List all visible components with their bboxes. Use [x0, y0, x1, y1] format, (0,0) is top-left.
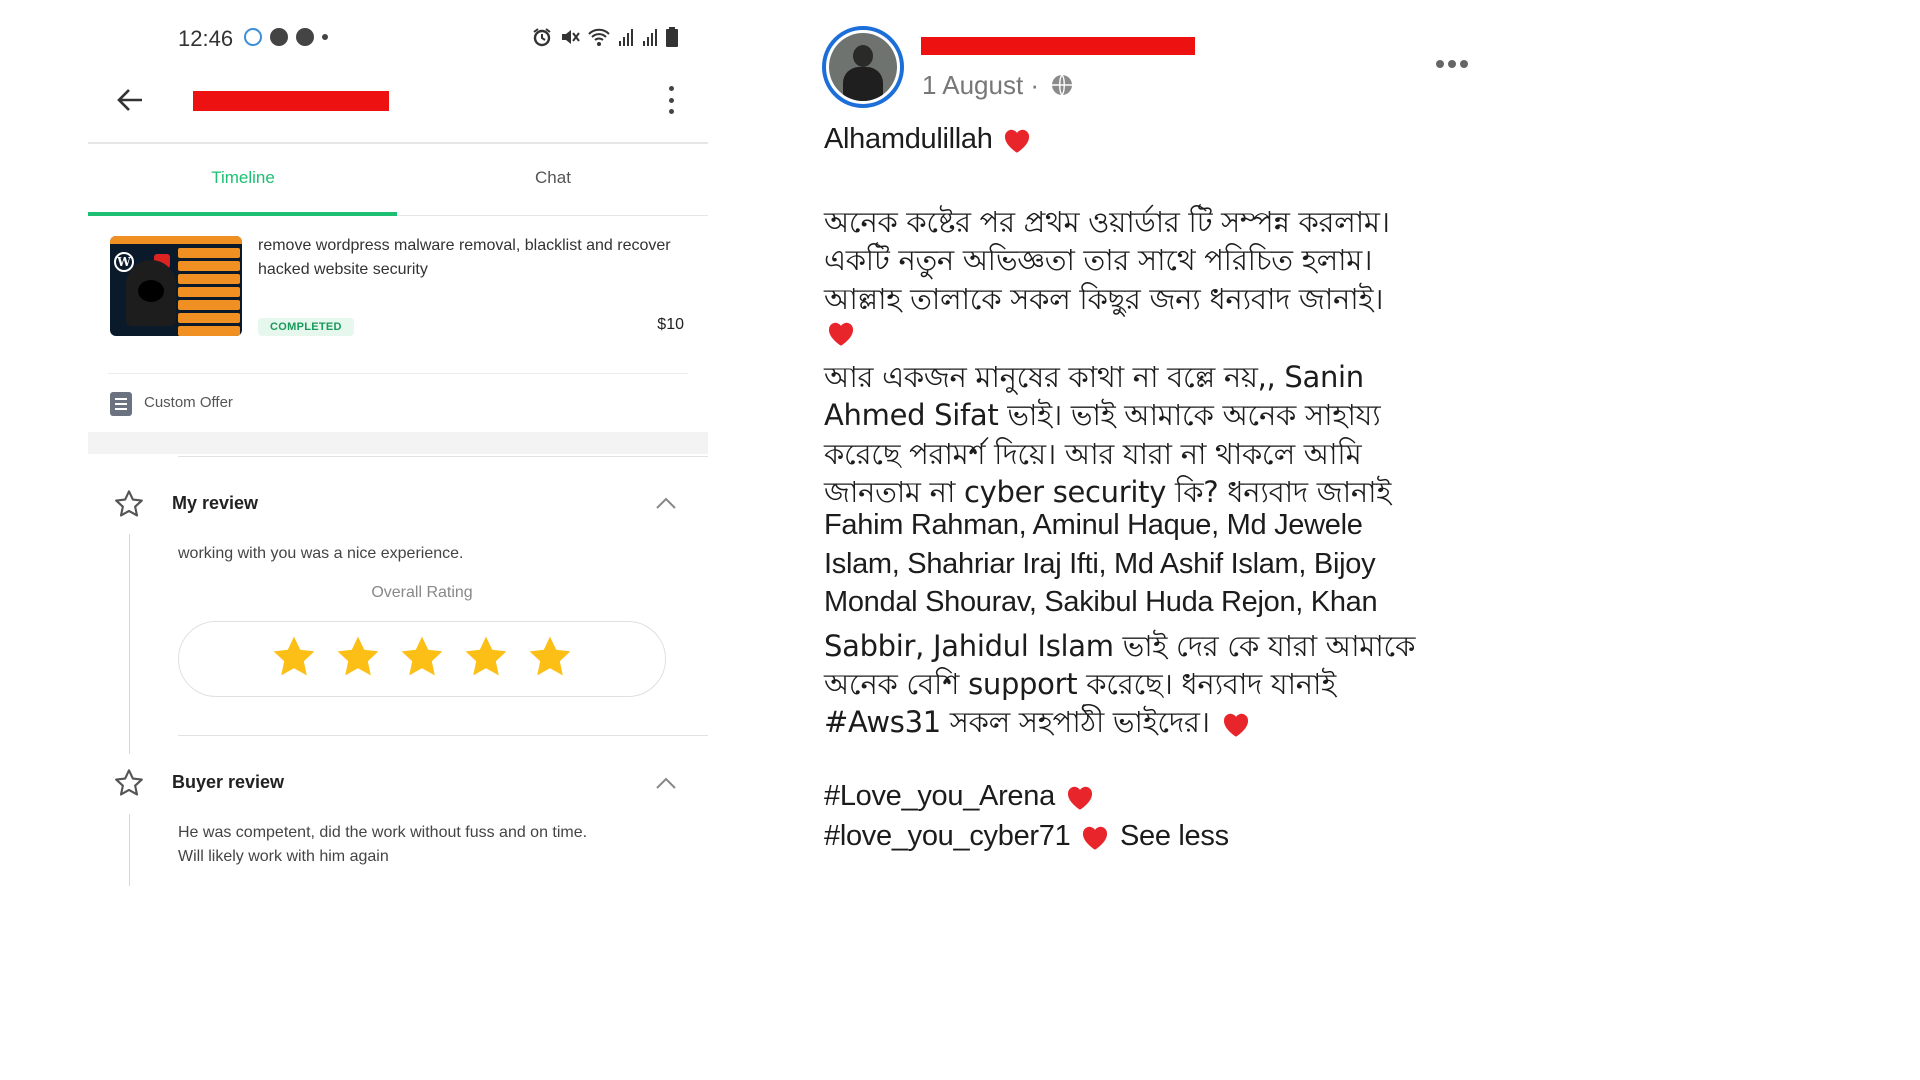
tab-timeline[interactable]: Timeline — [88, 168, 398, 188]
tab-bar: Timeline Chat — [88, 144, 708, 216]
my-review-text: working with you was a nice experience. — [178, 545, 464, 562]
post-line: আল্লাহ তালাকে সকল কিছুর জন্য ধন্যবাদ জান… — [824, 282, 1384, 316]
app-bar — [88, 80, 708, 120]
battery-icon — [666, 27, 678, 47]
post-line: Mondal Shourav, Sakibul Huda Rejon, Khan — [824, 586, 1378, 618]
overall-rating-label: Overall Rating — [371, 584, 473, 601]
timeline-line — [129, 814, 130, 886]
heart-icon — [824, 316, 858, 350]
gig-thumbnail: W — [110, 236, 242, 336]
timeline-line — [129, 534, 130, 754]
messenger-icon — [270, 28, 288, 46]
heart-icon — [1219, 707, 1253, 741]
section-separator — [88, 432, 708, 454]
rating-star-icon — [334, 633, 382, 686]
system-icons — [532, 27, 678, 47]
rating-star-icon — [270, 633, 318, 686]
active-tab-indicator — [88, 212, 397, 216]
signal-icon-2 — [643, 29, 657, 46]
status-bar: 12:46 — [178, 24, 678, 54]
more-options-icon[interactable] — [1436, 60, 1468, 68]
mute-icon — [562, 30, 580, 44]
post-line: Islam, Shahriar Iraj Ifti, Md Ashif Isla… — [824, 548, 1376, 580]
chevron-up-icon[interactable] — [655, 776, 677, 790]
heart-icon — [1078, 820, 1112, 854]
buyer-review-text-line2: Will likely work with him again — [178, 848, 389, 865]
buyer-review-title: Buyer review — [172, 772, 285, 792]
post-date-text: 1 August · — [922, 70, 1047, 100]
see-less-link[interactable]: See less — [1120, 820, 1229, 852]
messages-icon — [244, 28, 262, 46]
order-card[interactable]: W remove wordpress malware removal, blac… — [108, 234, 688, 344]
signal-icon — [619, 29, 633, 46]
more-notifications-icon — [322, 34, 328, 40]
chevron-up-icon[interactable] — [655, 496, 677, 510]
back-arrow-icon[interactable] — [116, 86, 144, 114]
post-line: Alhamdulillah — [824, 123, 1034, 157]
star-rating — [178, 621, 666, 697]
tab-chat[interactable]: Chat — [398, 168, 708, 188]
divider — [178, 735, 708, 736]
star-outline-icon — [115, 769, 143, 796]
divider — [178, 456, 708, 457]
notification-icons — [244, 28, 328, 46]
post-line: Fahim Rahman, Aminul Haque, Md Jewele — [824, 509, 1363, 541]
rating-star-icon — [526, 633, 574, 686]
avatar[interactable] — [822, 26, 904, 108]
order-screen: 12:46 Timeline Chat W remove wordpress m… — [0, 0, 790, 886]
globe-icon — [1052, 74, 1073, 96]
heart-icon — [1063, 780, 1097, 814]
star-outline-icon — [115, 490, 143, 517]
post-date[interactable]: 1 August · — [922, 70, 1074, 101]
alarm-icon — [533, 28, 551, 47]
status-badge: COMPLETED — [258, 318, 354, 336]
buyer-review-text-line1: He was competent, did the work without f… — [178, 824, 588, 841]
facebook-icon — [296, 28, 314, 46]
post-line: #Aws31 সকল সহপাঠী ভাইদের। — [824, 700, 1253, 749]
overflow-menu-icon[interactable] — [666, 86, 676, 114]
custom-offer-label: Custom Offer — [144, 394, 233, 411]
hashtag-line[interactable]: #love_you_cyber71 See less — [824, 820, 1229, 854]
facebook-post: 1 August · Alhamdulillah অনেক কষ্টের পর … — [800, 0, 1560, 886]
redacted-username — [193, 91, 389, 111]
order-title: remove wordpress malware removal, blackl… — [258, 237, 671, 278]
divider — [108, 373, 688, 374]
order-price: $10 — [657, 316, 684, 333]
hashtag-line[interactable]: #Love_you_Arena — [824, 780, 1097, 814]
rating-star-icon — [462, 633, 510, 686]
status-time: 12:46 — [178, 26, 234, 51]
heart-icon — [1000, 123, 1034, 157]
redacted-author-name — [921, 37, 1195, 55]
rating-star-icon — [398, 633, 446, 686]
wifi-icon — [588, 28, 610, 46]
my-review-title: My review — [172, 493, 259, 513]
document-list-icon — [110, 392, 132, 416]
post-line — [824, 316, 858, 350]
